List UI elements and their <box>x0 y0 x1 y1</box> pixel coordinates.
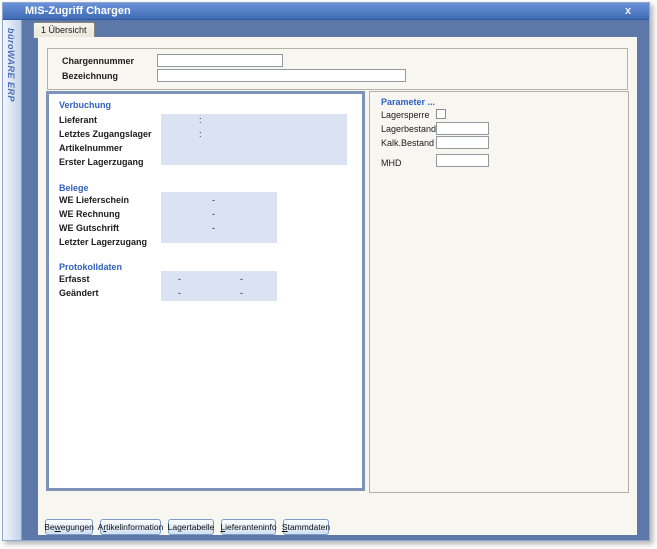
chargennummer-label: Chargennummer <box>62 56 134 66</box>
we-gutschrift-value: - <box>212 223 215 233</box>
kalkbestand-input[interactable] <box>436 136 489 149</box>
erster-lagerzugang-label: Erster Lagerzugang <box>59 157 144 167</box>
verbuchung-highlight <box>161 114 347 165</box>
section-protokolldaten-title: Protokolldaten <box>59 262 122 272</box>
page: MIS-Zugriff Chargen x büroWARE ERP 1 Übe… <box>0 0 657 549</box>
geaendert-value-2: - <box>240 288 243 298</box>
btn-text: Be <box>44 522 54 532</box>
artikelnummer-label: Artikelnummer <box>59 143 123 153</box>
charge-header-groupbox: Chargennummer Bezeichnung <box>47 48 628 90</box>
letztes-zugangslager-value: : <box>199 129 202 139</box>
artikelinformation-button[interactable]: Artikelinformation <box>100 519 161 535</box>
mhd-input[interactable] <box>436 154 489 167</box>
close-icon[interactable]: x <box>621 3 635 20</box>
action-button-row: Bewegungen Artikelinformation Lagertabel… <box>45 519 329 535</box>
we-rechnung-value: - <box>212 209 215 219</box>
lagertabelle-button[interactable]: Lagertabelle <box>168 519 214 535</box>
app-window: MIS-Zugriff Chargen x büroWARE ERP 1 Übe… <box>2 2 650 541</box>
tab-uebersicht[interactable]: 1 Übersicht <box>33 22 95 38</box>
parameter-title: Parameter ... <box>381 97 435 107</box>
we-gutschrift-label: WE Gutschrift <box>59 223 119 233</box>
brand-strip: büroWARE ERP <box>3 20 22 540</box>
geaendert-label: Geändert <box>59 288 99 298</box>
letzter-lagerzugang-label: Letzter Lagerzugang <box>59 237 147 247</box>
we-lieferschein-label: WE Lieferschein <box>59 195 129 205</box>
letztes-zugangslager-label: Letztes Zugangslager <box>59 129 152 139</box>
window-title: MIS-Zugriff Chargen <box>25 5 131 17</box>
lagersperre-checkbox[interactable] <box>436 109 446 119</box>
tab-label: 1 Übersicht <box>41 25 87 35</box>
lieferant-label: Lieferant <box>59 115 97 125</box>
title-bar[interactable]: MIS-Zugriff Chargen x <box>3 3 649 20</box>
brand-logo-text: büroWARE ERP <box>6 28 16 102</box>
erfasst-value-1: - <box>178 274 181 284</box>
btn-text: ieferanteninfo <box>225 522 277 532</box>
belege-highlight <box>161 192 277 243</box>
bezeichnung-input[interactable] <box>157 69 406 82</box>
btn-text: tikelinformation <box>106 522 163 532</box>
detail-panel: Verbuchung Lieferant : Letztes Zugangsla… <box>46 91 365 491</box>
geaendert-value-1: - <box>178 288 181 298</box>
btn-text: La <box>168 522 177 532</box>
we-lieferschein-value: - <box>212 195 215 205</box>
lieferanteninfo-button[interactable]: Lieferanteninfo <box>221 519 276 535</box>
section-verbuchung-title: Verbuchung <box>59 100 111 110</box>
mhd-label: MHD <box>381 158 402 168</box>
section-belege-title: Belege <box>59 183 89 193</box>
lieferant-value: : <box>199 115 202 125</box>
erfasst-value-2: - <box>240 274 243 284</box>
erfasst-label: Erfasst <box>59 274 90 284</box>
kalkbestand-label: Kalk.Bestand <box>381 138 434 148</box>
bewegungen-button[interactable]: Bewegungen <box>45 519 93 535</box>
btn-text: tammdaten <box>288 522 331 532</box>
btn-text: egungen <box>61 522 94 532</box>
chargennummer-input[interactable] <box>157 54 283 67</box>
lagersperre-label: Lagersperre <box>381 110 430 120</box>
lagerbestand-input[interactable] <box>436 122 489 135</box>
stammdaten-button[interactable]: Stammdaten <box>283 519 329 535</box>
bezeichnung-label: Bezeichnung <box>62 71 118 81</box>
parameter-panel: Parameter ... Lagersperre Lagerbestand K… <box>369 91 629 493</box>
content-area: Chargennummer Bezeichnung Verbuchung Lie… <box>38 37 637 535</box>
we-rechnung-label: WE Rechnung <box>59 209 120 219</box>
btn-text: ertabelle <box>182 522 215 532</box>
lagerbestand-label: Lagerbestand <box>381 124 436 134</box>
